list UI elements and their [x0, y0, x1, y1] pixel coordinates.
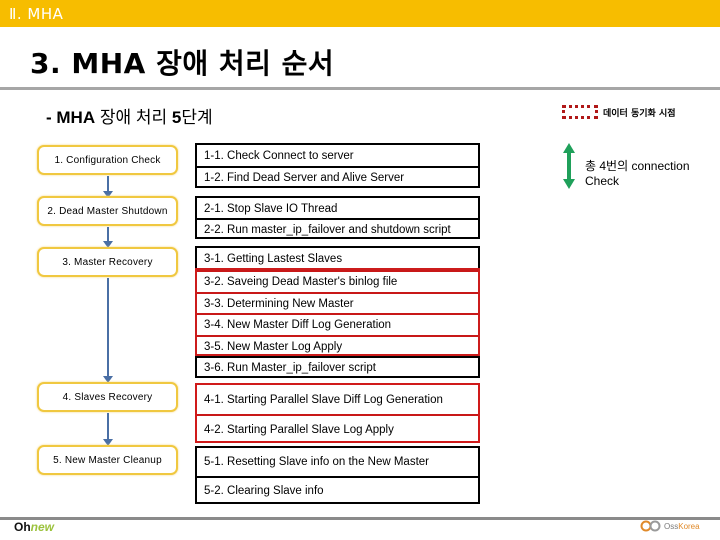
logo-text-osskorea: OssKorea [664, 522, 700, 531]
step-group-1: 1-1. Check Connect to server 1-2. Find D… [195, 143, 480, 188]
subtitle-korean: 장애 처리 [95, 108, 172, 127]
step-3-3: 3-3. Determining New Master [197, 292, 478, 313]
dotted-box-legend-icon [562, 105, 598, 119]
step-4-1: 4-1. Starting Parallel Slave Diff Log Ge… [204, 393, 443, 406]
subtitle-suffix: 단계 [181, 108, 213, 127]
section-label: Ⅱ. MHA [9, 5, 64, 23]
subtitle-number: 5 [171, 108, 182, 127]
dotted-box-legend-label: 데이터 동기화 시점 [603, 109, 676, 119]
logo-text-korea: Korea [678, 521, 700, 531]
step-group-4: 4-1. Starting Parallel Slave Diff Log Ge… [195, 383, 480, 443]
flow-arrow [103, 413, 113, 446]
phase-label: 5. New Master Cleanup [53, 454, 162, 466]
flow-arrow [103, 176, 113, 198]
step-1-2: 1-2. Find Dead Server and Alive Server [197, 166, 478, 188]
connection-check-legend-label: 총 4번의 connection Check [585, 159, 690, 188]
phase-label: 1. Configuration Check [54, 154, 161, 166]
phase-new-master-cleanup: 5. New Master Cleanup [37, 445, 178, 475]
ohnew-logo: Oh new [14, 520, 54, 538]
step-3-5: 3-5. New Master Log Apply [197, 335, 478, 356]
step-1-1: 1-1. Check Connect to server [204, 150, 354, 162]
logo-text-oss: Oss [664, 521, 679, 531]
step-2-1: 2-1. Stop Slave IO Thread [204, 202, 338, 215]
osskorea-logo: OssKorea [640, 520, 700, 532]
step-3-2: 3-2. Saveing Dead Master's binlog file [197, 270, 478, 292]
phase-label: 4. Slaves Recovery [62, 391, 153, 403]
phase-dead-master-shutdown: 2. Dead Master Shutdown [37, 196, 178, 226]
step-3-6: 3-6. Run Master_ip_failover script [197, 356, 478, 378]
subtitle-prefix: - MHA [46, 108, 96, 127]
page-title: 3. MHA 장애 처리 순서 [30, 47, 335, 80]
logo-text-oh: Oh [14, 520, 31, 534]
step-5-1: 5-1. Resetting Slave info on the New Mas… [204, 456, 430, 468]
step-5-2: 5-2. Clearing Slave info [197, 476, 478, 504]
diagram-subtitle: - MHA 장애 처리 5단계 [46, 103, 213, 128]
logo-text-new: new [30, 520, 55, 534]
phase-label: 3. Master Recovery [62, 256, 153, 268]
step-group-2: 2-1. Stop Slave IO Thread 2-2. Run maste… [195, 196, 480, 239]
step-4-2: 4-2. Starting Parallel Slave Log Apply [197, 414, 478, 443]
step-3-4: 3-4. New Master Diff Log Generation [197, 313, 478, 335]
step-3-1: 3-1. Getting Lastest Slaves [204, 253, 343, 265]
footer-divider [0, 517, 720, 520]
step-group-3: 3-1. Getting Lastest Slaves 3-2. Saveing… [195, 246, 480, 378]
flow-arrow [103, 227, 113, 248]
phase-master-recovery: 3. Master Recovery [37, 247, 178, 277]
rings-logo-icon [640, 520, 661, 532]
double-arrow-icon [563, 143, 575, 189]
step-group-5: 5-1. Resetting Slave info on the New Mas… [195, 446, 480, 504]
flow-arrow [103, 278, 113, 383]
phase-configuration-check: 1. Configuration Check [37, 145, 178, 175]
section-header-bar: Ⅱ. MHA [0, 0, 720, 27]
step-2-2: 2-2. Run master_ip_failover and shutdown… [197, 218, 478, 239]
title-divider [0, 87, 720, 90]
phase-slaves-recovery: 4. Slaves Recovery [37, 382, 178, 412]
phase-label: 2. Dead Master Shutdown [47, 205, 168, 217]
